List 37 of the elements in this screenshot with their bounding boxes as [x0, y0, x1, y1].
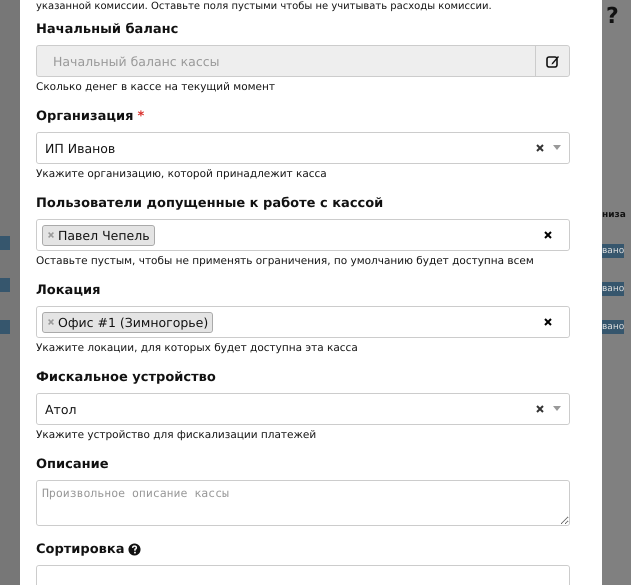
- help-text: Укажите локации, для которых будет доступна эта касса: [36, 342, 359, 354]
- help-button[interactable]: ?: [602, 0, 631, 44]
- cell-highlight: [0, 278, 10, 292]
- caret-icon[interactable]: [553, 145, 561, 151]
- help-text: Укажите организацию, которой принадлежит касса: [36, 168, 328, 180]
- select-field[interactable]: Атол: [36, 393, 570, 425]
- required-mark: *: [137, 109, 144, 124]
- multiselect-field[interactable]: Офис #1 (Зимногорье): [36, 306, 570, 338]
- clear-icon[interactable]: [543, 230, 553, 240]
- selected-tag[interactable]: Павел Чепель: [42, 224, 155, 246]
- select-field[interactable]: ИП Иванов: [36, 132, 570, 164]
- intro-text: указанной комиссии. Оставьте поля пустыми чтобы не учитывать расходы комиссии.: [36, 1, 493, 12]
- field-label: Начальный баланс: [36, 22, 178, 37]
- table-cell: вано: [602, 244, 624, 258]
- edit-icon: [546, 54, 560, 68]
- selected-tag[interactable]: Офис #1 (Зимногорье): [42, 312, 214, 332]
- field-label: Пользователи допущенные к работе с кассой: [36, 196, 384, 211]
- help-icon[interactable]: [128, 543, 142, 556]
- clear-icon[interactable]: [535, 143, 545, 153]
- help-text: Сколько денег в кассе на текущий момент: [36, 81, 276, 93]
- field-label: Локация: [36, 283, 100, 298]
- column-header: низа: [602, 210, 626, 220]
- table-cell: вано: [602, 282, 624, 296]
- field-label: Сортировка: [36, 542, 124, 557]
- help-text: Оставьте пустым, чтобы не применять ограничения, по умолчанию будет доступна всем: [36, 255, 535, 267]
- cell-highlight: [0, 236, 10, 250]
- table-cell: вано: [602, 320, 624, 334]
- cell-highlight: [0, 320, 10, 334]
- field-label: Описание: [36, 457, 109, 472]
- help-text: Укажите устройство для фискализации платежей: [36, 429, 318, 441]
- caret-icon[interactable]: [553, 406, 561, 412]
- field-label: Организация: [36, 109, 134, 124]
- description-field[interactable]: Произвольное описание кассы: [36, 480, 570, 526]
- clear-icon[interactable]: [543, 317, 553, 327]
- multiselect-field[interactable]: Павел Чепель: [36, 219, 570, 251]
- clear-icon[interactable]: [535, 404, 545, 414]
- field-label: Фискальное устройство: [36, 370, 216, 385]
